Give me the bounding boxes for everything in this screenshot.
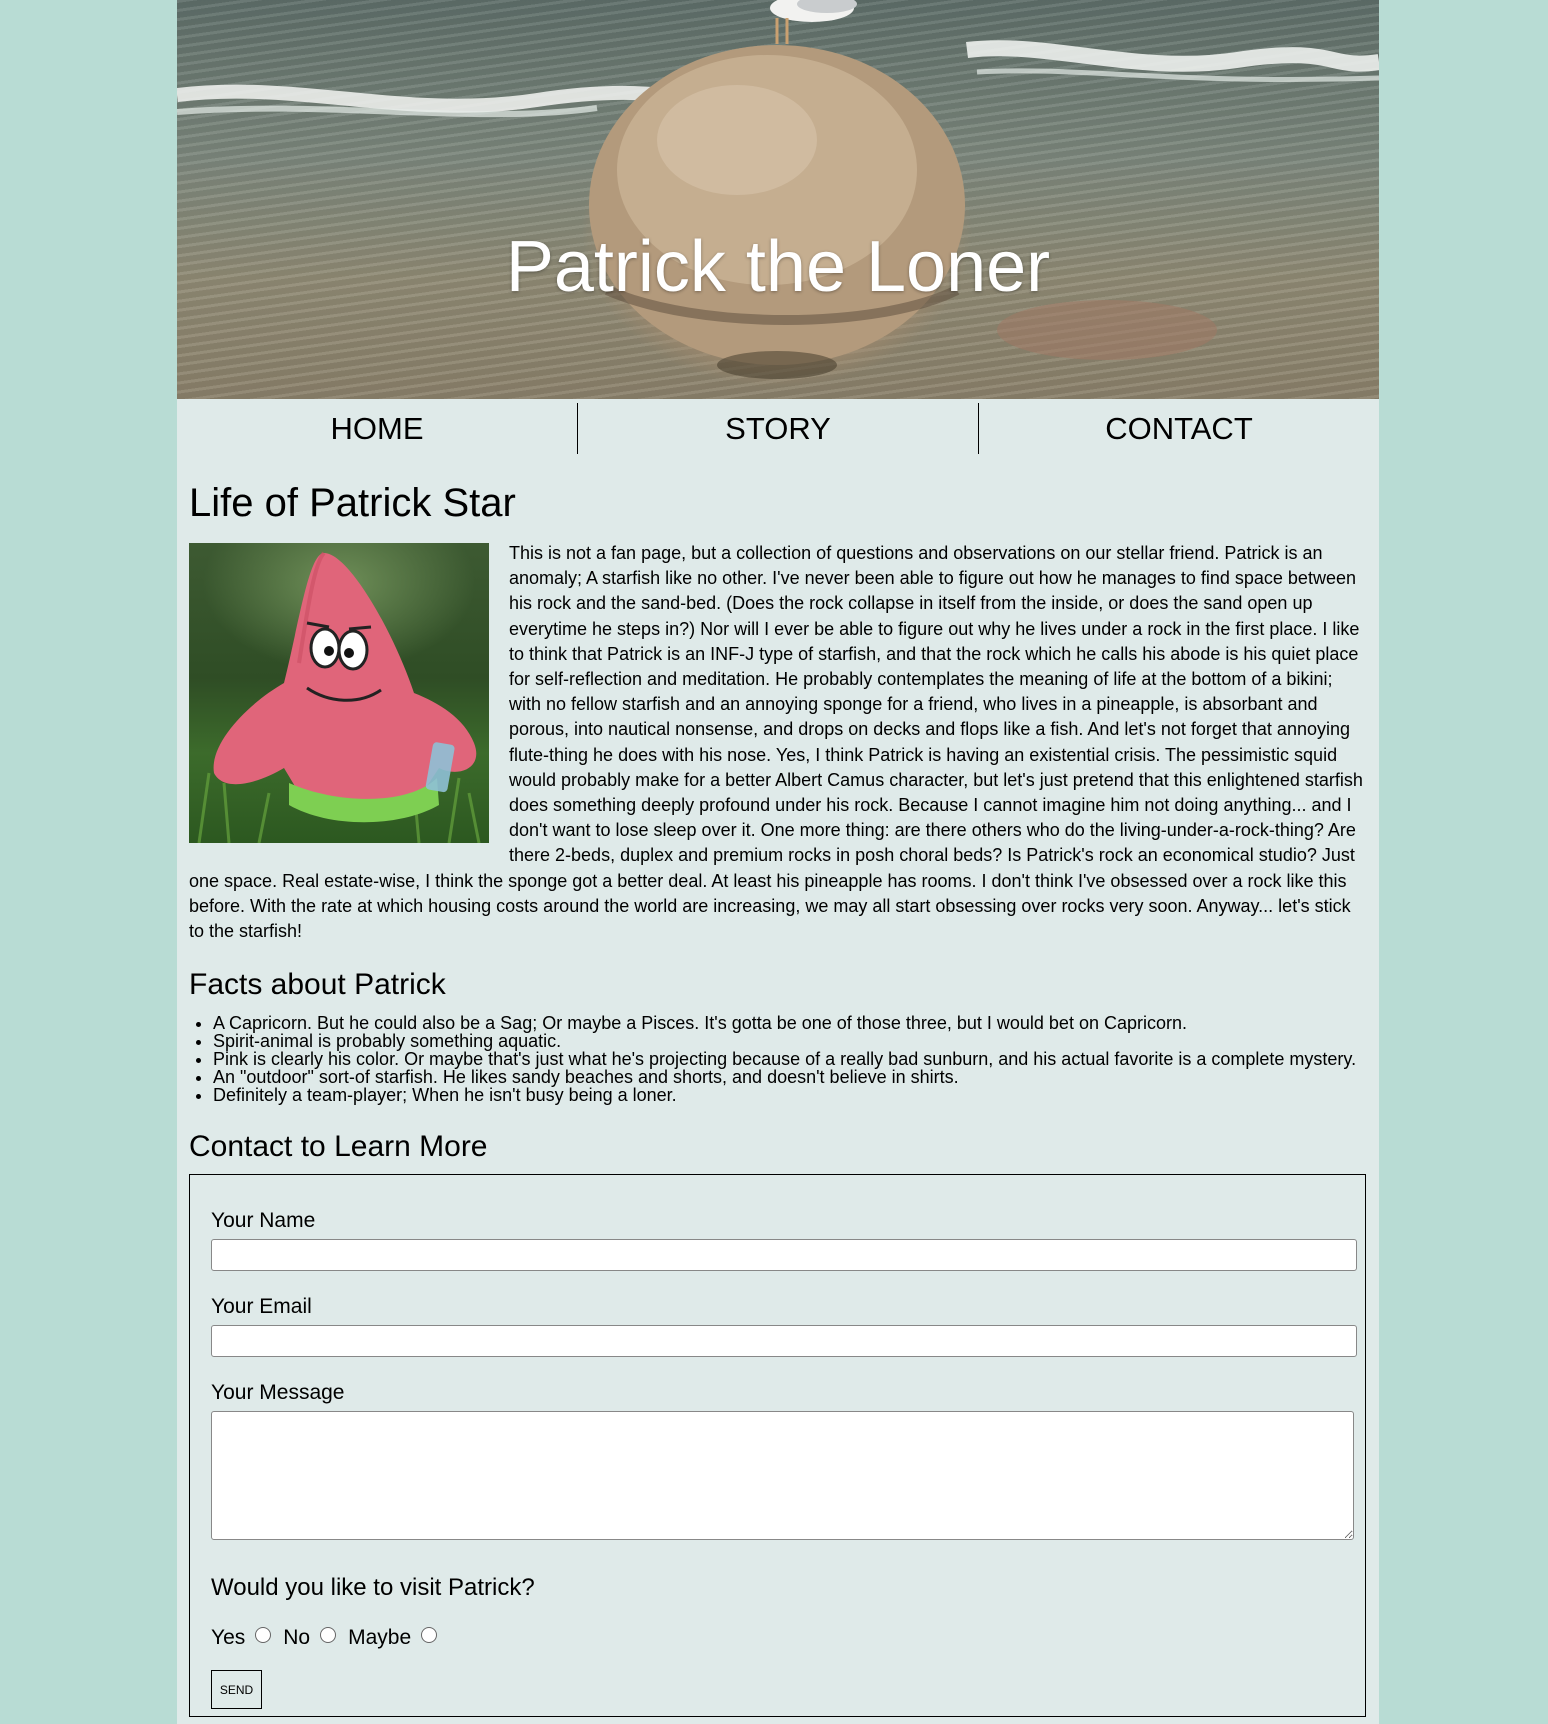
facts-list: A Capricorn. But he could also be a Sag;…	[189, 1014, 1367, 1104]
patrick-star-illustration	[197, 551, 481, 843]
hero-banner: Patrick the Loner	[177, 0, 1379, 399]
nav-contact-link[interactable]: CONTACT	[979, 399, 1379, 459]
fact-item: An "outdoor" sort-of starfish. He likes …	[213, 1068, 1367, 1086]
email-input[interactable]	[211, 1325, 1357, 1358]
email-label: Your Email	[211, 1295, 312, 1319]
site-title: Patrick the Loner	[505, 227, 1051, 307]
main-content: Life of Patrick Star This is not a fan p…	[177, 481, 1379, 1718]
fact-item: Spirit-animal is probably something aqua…	[213, 1032, 1367, 1050]
fact-item: A Capricorn. But he could also be a Sag;…	[213, 1014, 1367, 1032]
story-heading: Life of Patrick Star	[189, 481, 516, 525]
fact-item: Pink is clearly his color. Or maybe that…	[213, 1050, 1367, 1068]
radio-no[interactable]	[320, 1627, 337, 1644]
facts-heading: Facts about Patrick	[189, 968, 446, 1002]
send-button[interactable]: SEND	[211, 1670, 262, 1710]
page-container: Patrick the Loner HOME STORY CONTACT Lif…	[177, 0, 1379, 1724]
message-textarea[interactable]	[211, 1411, 1354, 1541]
contact-heading: Contact to Learn More	[189, 1130, 488, 1164]
name-input[interactable]	[211, 1239, 1357, 1272]
nav-home-link[interactable]: HOME	[177, 399, 577, 459]
story-section: This is not a fan page, but a collection…	[189, 541, 1367, 944]
radio-label-no: No	[283, 1626, 311, 1650]
radio-maybe[interactable]	[421, 1627, 438, 1644]
radio-label-maybe: Maybe	[348, 1626, 412, 1650]
patrick-plush-image	[189, 543, 489, 843]
seagull-figure	[770, 0, 857, 44]
hero-background-image	[177, 0, 1379, 379]
radio-yes[interactable]	[255, 1627, 272, 1644]
nav-story-link[interactable]: STORY	[578, 399, 978, 459]
contact-form: Your Name Your Email Your Message Would …	[189, 1174, 1366, 1718]
fact-item: Definitely a team-player; When he isn't …	[213, 1086, 1367, 1104]
main-nav: HOME STORY CONTACT	[177, 399, 1379, 459]
radio-label-yes: Yes	[211, 1626, 246, 1650]
name-label: Your Name	[211, 1209, 316, 1233]
visit-question: Would you like to visit Patrick?	[211, 1574, 535, 1602]
message-label: Your Message	[211, 1381, 345, 1405]
visit-radio-group: Yes No Maybe	[211, 1626, 1355, 1650]
